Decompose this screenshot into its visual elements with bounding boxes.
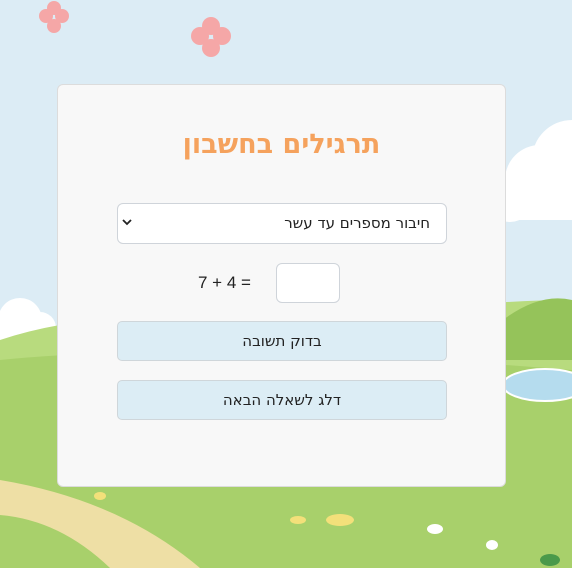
check-answer-button[interactable]: בדוק תשובה xyxy=(117,321,447,361)
equation-text: 7 + 4 = xyxy=(198,273,251,292)
skip-question-button[interactable]: דלג לשאלה הבאה xyxy=(117,380,447,420)
answer-input[interactable] xyxy=(276,263,340,303)
page-title: תרגילים בחשבון xyxy=(182,129,381,160)
exercise-card: תרגילים בחשבון חיבור מספרים עד עשר 7 + 4… xyxy=(57,84,506,487)
select-value: חיבור מספרים עד עשר xyxy=(284,214,430,232)
exercise-type-select[interactable]: חיבור מספרים עד עשר xyxy=(117,203,447,244)
chevron-down-icon xyxy=(122,219,132,226)
